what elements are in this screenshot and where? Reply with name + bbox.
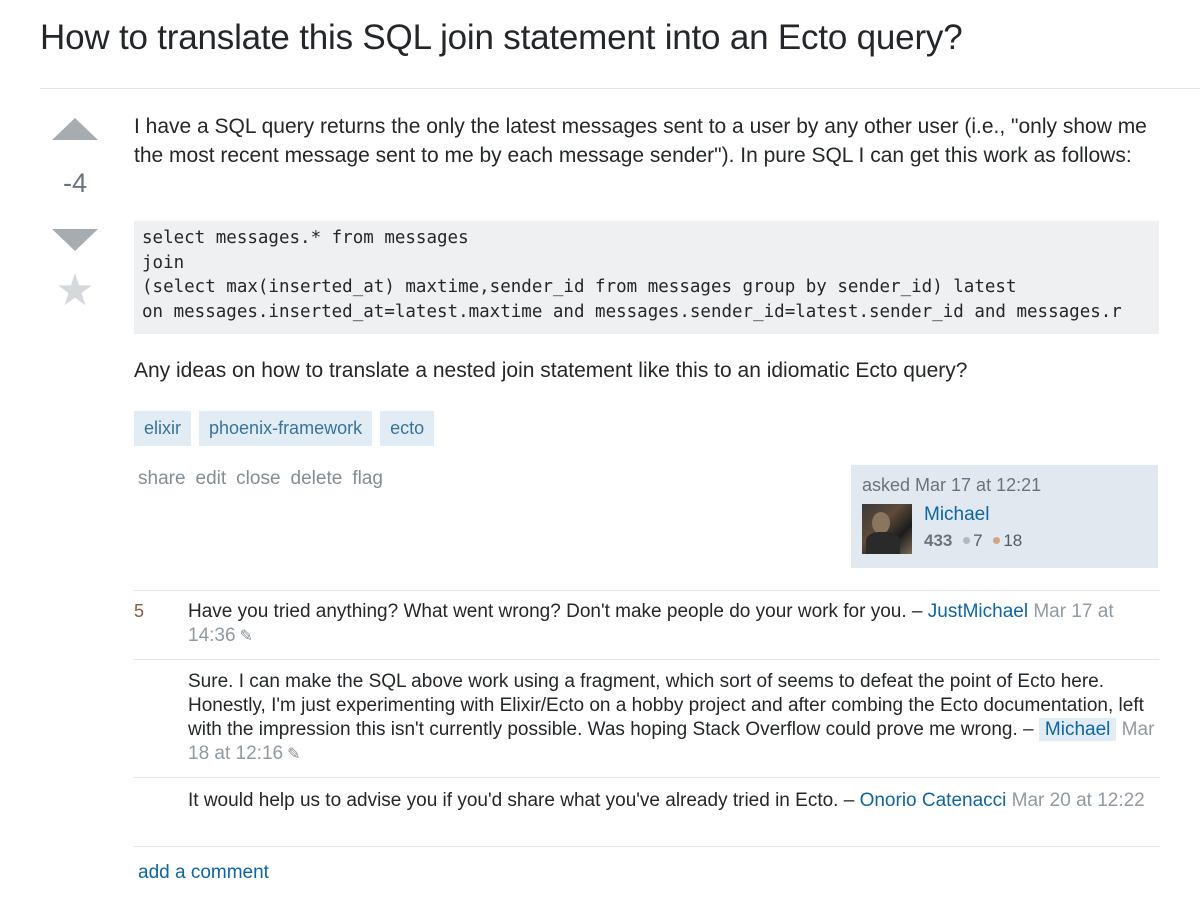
sql-code-block: select messages.* from messages join (se… (134, 221, 1159, 334)
sql-code: select messages.* from messages join (se… (142, 228, 1122, 322)
close-link[interactable]: close (236, 468, 280, 490)
owner-signature-card: asked Mar 17 at 12:21 Michael 433 7 18 (851, 465, 1158, 568)
vote-cell: -4 ★ (50, 118, 100, 313)
comment-user-link[interactable]: Michael (1038, 718, 1117, 741)
question-body-followup: Any ideas on how to translate a nested j… (134, 359, 968, 382)
comment-text: Sure. I can make the SQL above work usin… (188, 671, 1144, 740)
silver-badge-count: 7 (973, 531, 983, 550)
reputation-score: 433 (924, 531, 953, 550)
tag-ecto[interactable]: ecto (380, 411, 435, 446)
add-comment-link[interactable]: add a comment (138, 862, 269, 884)
comment-text: Have you tried anything? What went wrong… (188, 601, 928, 622)
pencil-icon: ✎ (287, 746, 301, 763)
edit-link[interactable]: edit (196, 468, 227, 490)
comment-divider (134, 659, 1159, 660)
comment-3: It would help us to advise you if you'd … (188, 789, 1156, 813)
favorite-star-icon[interactable]: ★ (50, 269, 100, 313)
delete-link[interactable]: delete (291, 468, 343, 490)
bronze-badge-icon (993, 537, 1001, 545)
comment-score: 5 (134, 601, 145, 621)
tag-list: elixir phoenix-framework ecto (134, 411, 435, 446)
silver-badge-icon (963, 537, 971, 545)
title-divider (40, 88, 1200, 89)
owner-reputation: 433 7 18 (924, 531, 1022, 551)
post-menu: share edit close delete flag (138, 468, 383, 490)
vote-count: -4 (62, 168, 87, 198)
tag-elixir[interactable]: elixir (134, 411, 192, 446)
pencil-icon: ✎ (239, 628, 253, 645)
comment-1: Have you tried anything? What went wrong… (188, 600, 1156, 649)
comment-2: Sure. I can make the SQL above work usin… (188, 670, 1156, 767)
downvote-arrow-icon[interactable] (52, 229, 98, 251)
tag-phoenix-framework[interactable]: phoenix-framework (199, 411, 373, 446)
comment-divider (134, 777, 1159, 778)
bronze-badge-count: 18 (1003, 531, 1023, 550)
comments-bottom-divider (134, 846, 1159, 847)
comment-user-link[interactable]: Onorio Catenacci (860, 790, 1007, 811)
share-link[interactable]: share (138, 468, 186, 490)
question-title[interactable]: How to translate this SQL join statement… (40, 18, 963, 58)
flag-link[interactable]: flag (352, 468, 383, 490)
avatar[interactable] (862, 504, 912, 554)
question-body-intro: I have a SQL query returns the only the … (134, 115, 1147, 167)
asked-timestamp: asked Mar 17 at 12:21 (862, 475, 1042, 495)
owner-name-link[interactable]: Michael (924, 504, 1022, 526)
comment-date[interactable]: Mar 20 at 12:22 (1012, 790, 1145, 811)
comments-top-divider (134, 590, 1159, 591)
comment-text: It would help us to advise you if you'd … (188, 790, 860, 811)
comment-user-link[interactable]: JustMichael (928, 601, 1028, 622)
upvote-arrow-icon[interactable] (52, 118, 98, 140)
